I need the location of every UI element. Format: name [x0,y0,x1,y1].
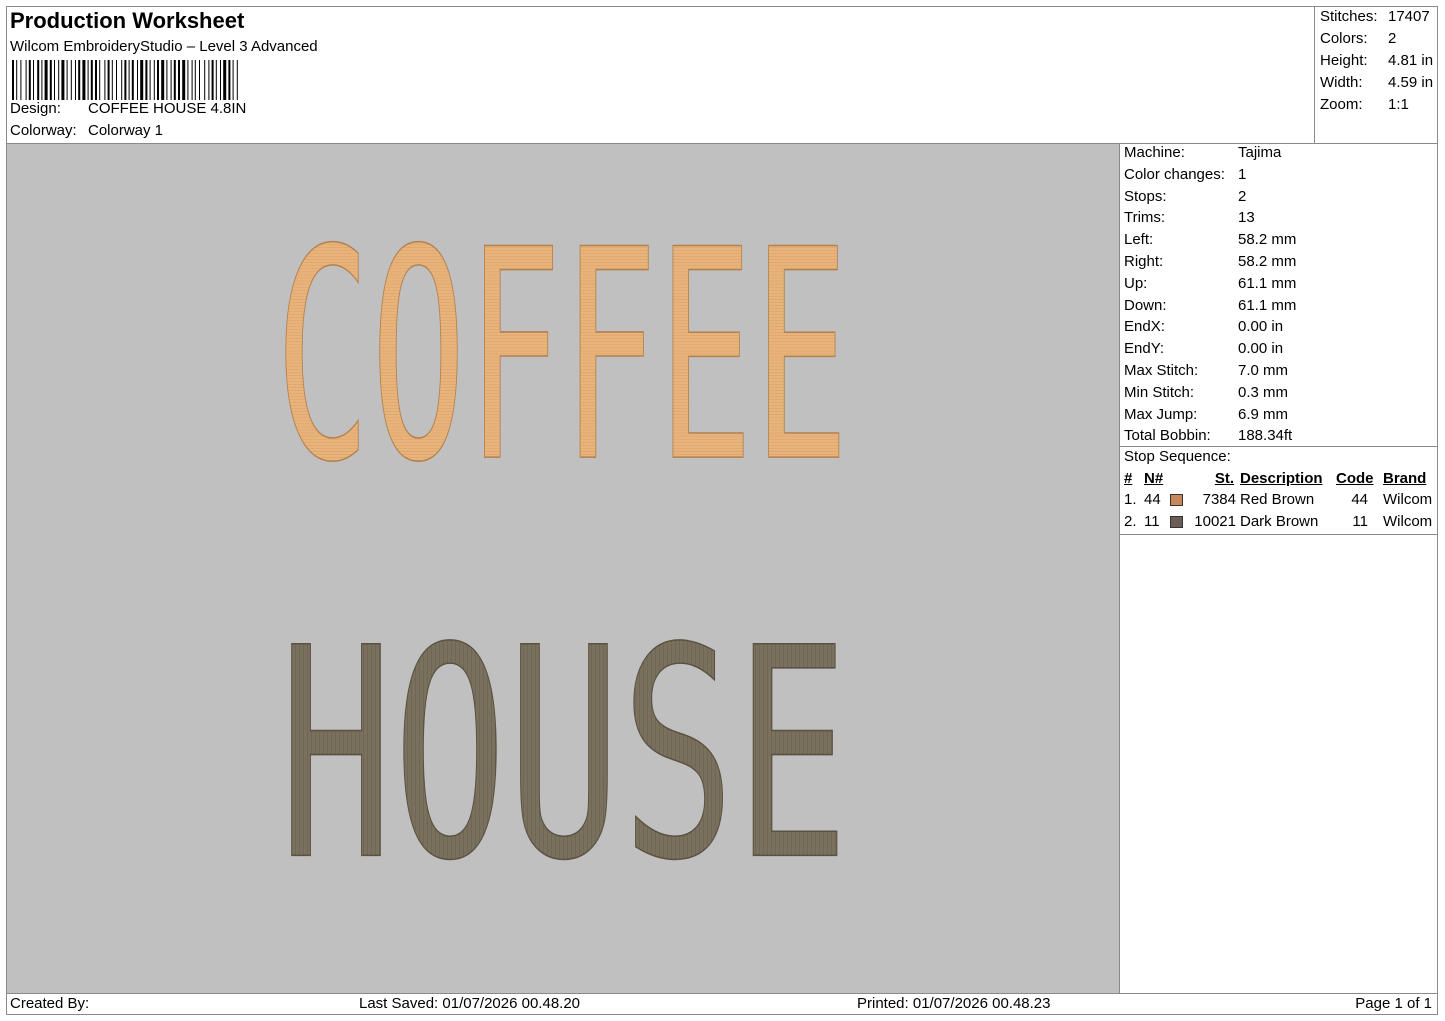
detail-label: Left: [1124,231,1154,249]
detail-label: Machine: [1124,144,1185,161]
worksheet-header: Production Worksheet Wilcom EmbroiderySt… [6,6,1314,143]
design-line-house: HOUSE [279,587,849,925]
thread-color-swatch [1170,516,1183,528]
stop-cell-brand: Wilcom [1383,491,1433,508]
thread-color-swatch [1170,494,1183,506]
barcode [12,60,238,100]
stop-row: 1. 44 7384 Red Brown 44 Wilcom [1124,491,1438,512]
stop-sequence-divider [1120,446,1438,447]
detail-value: 0.3 mm [1238,383,1289,401]
detail-row: Min Stitch: 0.3 mm [1124,384,1288,405]
colorway-value: Colorway 1 [88,122,164,139]
detail-row: Stops: 2 [1124,188,1246,209]
detail-value: 0.00 in [1238,340,1284,358]
stat-colors: Colors: 2 [1320,30,1397,47]
design-value: COFFEE HOUSE 4.8IN [88,100,247,117]
stop-sequence-bottom-divider [1120,534,1438,535]
stat-zoom: Zoom: 1:1 [1320,96,1409,113]
detail-value: 58.2 mm [1238,253,1297,270]
last-saved: Last Saved: 01/07/2026 00.48.20 [359,995,581,1012]
design-label: Design: [10,100,61,117]
design-line-coffee: COFFEE [275,188,849,526]
detail-label: Min Stitch: [1124,383,1195,401]
stop-cell-stitches: 7384 [1202,491,1236,508]
detail-row: Max Stitch: 7.0 mm [1124,362,1288,383]
created-by: Created By: [10,995,90,1012]
page-number: Page 1 of 1 [1355,995,1432,1012]
panel-divider [1119,143,1120,993]
detail-value: 13 [1238,209,1255,227]
column-header-brand: Brand [1383,470,1427,487]
design-preview: COFFEE HOUSE [274,188,850,926]
detail-row: Max Jump: 6.9 mm [1124,406,1288,427]
detail-label: Up: [1124,274,1148,292]
stat-stitches: Stitches: 17407 [1320,8,1430,25]
stop-cell-index: 1. [1124,491,1137,508]
detail-value: 58.2 mm [1238,231,1297,249]
software-name: Wilcom EmbroideryStudio – Level 3 Advanc… [10,38,318,55]
detail-row: Left: 58.2 mm [1124,231,1296,252]
detail-label: EndX: [1124,318,1165,336]
detail-label: Trims: [1124,209,1166,227]
detail-row: EndY: 0.00 in [1124,340,1283,361]
detail-value: Tajima [1238,144,1282,161]
worksheet-footer: Created By: Last Saved: 01/07/2026 00.48… [6,993,1438,1015]
detail-row: Up: 61.1 mm [1124,275,1296,296]
stop-cell-brand: Wilcom [1383,513,1433,530]
column-header-index: # [1124,470,1133,487]
stop-row: 2. 11 10021 Dark Brown 11 Wilcom [1124,513,1438,534]
detail-row: Right: 58.2 mm [1124,253,1296,274]
stats-panel: Stitches: 17407 Colors: 2 Height: 4.81 in W… [1314,6,1438,143]
detail-value: 7.0 mm [1238,362,1289,379]
stop-cell-code: 44 [1351,491,1368,508]
detail-value: 0.00 in [1238,318,1284,336]
stop-cell-index: 2. [1124,513,1137,530]
detail-row: Machine: Tajima [1124,144,1281,165]
detail-label: Stops: [1124,187,1167,205]
detail-value: 188.34ft [1238,427,1293,445]
stop-table-header: # N# St. Description Code Brand [1124,470,1438,491]
detail-label: Max Jump: [1124,405,1198,423]
stop-cell-needle: 11 [1144,513,1160,530]
column-header-description: Description [1240,470,1323,487]
colorway-row: Colorway: Colorway 1 [10,122,163,139]
column-header-stitches: St. [1214,470,1234,487]
stat-height: Height: 4.81 in [1320,52,1434,69]
stop-cell-needle: 44 [1144,491,1161,508]
detail-label: Down: [1124,296,1167,314]
detail-row: EndX: 0.00 in [1124,318,1283,339]
detail-label: Color changes: [1124,165,1225,183]
detail-value: 6.9 mm [1238,405,1289,423]
detail-label: Total Bobbin: [1124,427,1211,445]
design-row: Design: COFFEE HOUSE 4.8IN [10,100,246,117]
stop-cell-stitches: 10021 [1194,513,1236,530]
stop-cell-description: Red Brown [1240,491,1315,508]
detail-row: Down: 61.1 mm [1124,297,1296,318]
design-preview-canvas[interactable]: COFFEE HOUSE [7,144,1119,993]
stat-width: Width: 4.59 in [1320,74,1434,91]
page-title: Production Worksheet [10,8,245,33]
stop-cell-code: 11 [1352,513,1368,530]
detail-value: 1 [1238,165,1247,183]
detail-value: 2 [1238,187,1247,205]
detail-label: Max Stitch: [1124,362,1199,379]
detail-label: EndY: [1124,340,1165,358]
colorway-label: Colorway: [10,122,77,139]
detail-row: Trims: 13 [1124,209,1255,230]
detail-value: 61.1 mm [1238,296,1297,314]
column-header-needle: N# [1144,470,1164,487]
stop-cell-description: Dark Brown [1240,513,1319,530]
stop-sequence-title: Stop Sequence: [1124,448,1231,465]
printed-date: Printed: 01/07/2026 00.48.23 [857,995,1051,1012]
detail-row: Color changes: 1 [1124,166,1246,187]
column-header-code: Code [1336,470,1374,487]
detail-value: 61.1 mm [1238,274,1297,292]
detail-label: Right: [1124,253,1164,270]
